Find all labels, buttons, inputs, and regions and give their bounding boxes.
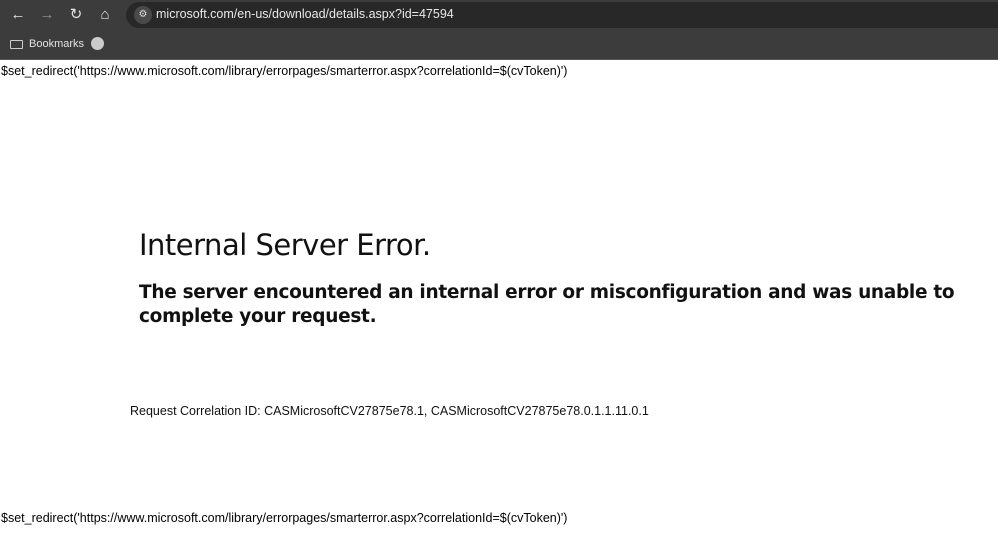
browser-toolbar: ← → ↻ ⌂ ⚙ microsoft.com/en-us/download/d… xyxy=(0,0,998,30)
folder-icon xyxy=(10,39,23,49)
correlation-id: Request Correlation ID: CASMicrosoftCV27… xyxy=(130,404,649,418)
page-title: Internal Server Error. xyxy=(139,228,431,262)
bookmarks-label: Bookmarks xyxy=(29,38,85,50)
url-text[interactable]: microsoft.com/en-us/download/details.asp… xyxy=(156,7,454,21)
back-icon[interactable]: ← xyxy=(8,5,28,25)
forward-icon[interactable]: → xyxy=(37,5,57,25)
error-message: The server encountered an internal error… xyxy=(139,282,955,327)
redirect-text-bottom: $set_redirect('https://www.microsoft.com… xyxy=(1,511,568,525)
site-info-icon[interactable]: ⚙ xyxy=(134,6,152,24)
reload-icon[interactable]: ↻ xyxy=(66,5,86,25)
home-icon[interactable]: ⌂ xyxy=(95,5,115,25)
bookmarks-bar: Bookmarks xyxy=(0,30,998,60)
address-bar[interactable]: ⚙ microsoft.com/en-us/download/details.a… xyxy=(126,2,998,28)
bookmarks-folder[interactable]: Bookmarks xyxy=(10,38,84,50)
redirect-text-top: $set_redirect('https://www.microsoft.com… xyxy=(1,64,568,78)
globe-icon[interactable] xyxy=(91,37,104,50)
